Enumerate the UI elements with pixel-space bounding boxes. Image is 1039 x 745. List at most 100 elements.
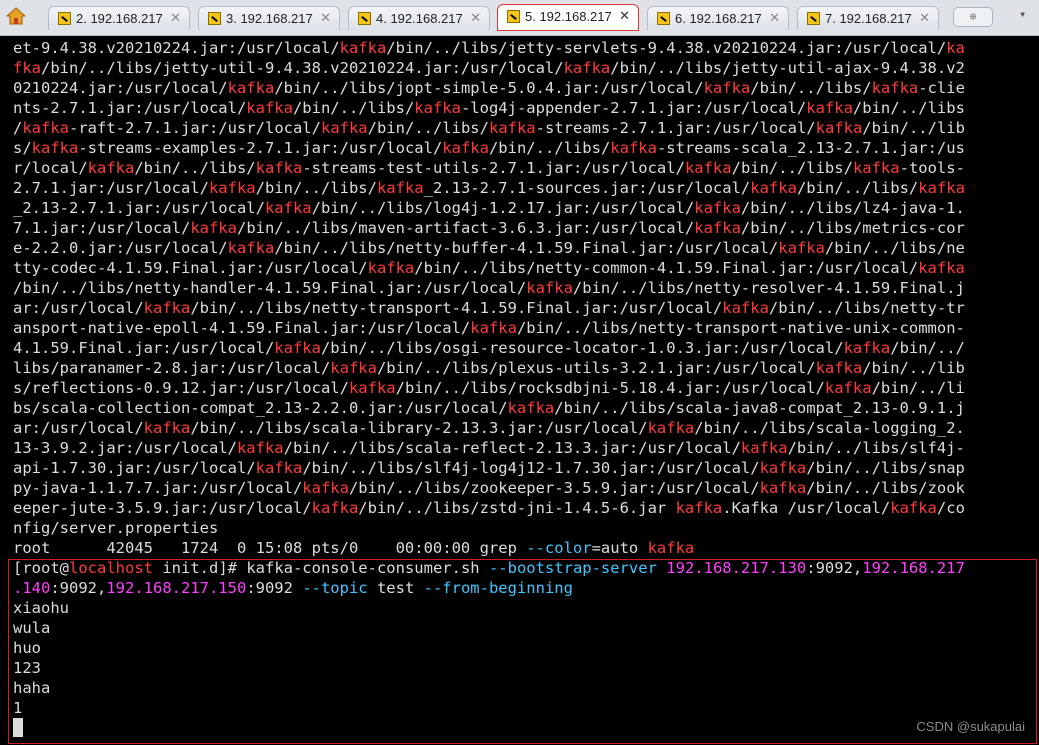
- terminal-text: /bin/../libs/: [488, 139, 611, 157]
- terminal-text: ansport-native-epoll-4.1.59.Final.jar:/u…: [13, 319, 471, 337]
- terminal-text: kafka: [890, 499, 937, 517]
- terminal-line: 4.1.59.Final.jar:/usr/local/kafka/bin/..…: [13, 338, 1035, 358]
- terminal-text: -streams-2.7.1.jar:/usr/local/: [535, 119, 816, 137]
- terminal-text: /bin/../libs/netty-tr: [768, 299, 965, 317]
- terminal-text: _2.13-2.7.1.jar:/usr/local/: [13, 199, 265, 217]
- terminal-text: /bin/../libs/netty-common-4.1.59.Final.j…: [414, 259, 919, 277]
- terminal-text: kafka: [852, 159, 900, 177]
- ssh-session-icon: [507, 10, 520, 23]
- terminal-text: =auto: [591, 539, 648, 557]
- watermark: CSDN @sukapulai: [916, 719, 1025, 734]
- terminal-text: kafka: [255, 159, 303, 177]
- tab-label: 5. 192.168.217: [525, 9, 612, 24]
- terminal-text: /bin/../libs/plexus-utils-3.2.1.jar:/usr…: [376, 359, 816, 377]
- close-icon[interactable]: ✕: [320, 10, 331, 26]
- terminal-line: 0210224.jar:/usr/local/kafka/bin/../libs…: [13, 78, 1035, 98]
- terminal-text: kafka: [208, 179, 256, 197]
- terminal-line: tty-codec-4.1.59.Final.jar:/usr/local/ka…: [13, 258, 1035, 278]
- close-icon[interactable]: ✕: [619, 8, 630, 24]
- terminal-line: e-2.2.0.jar:/usr/local/kafka/bin/../libs…: [13, 238, 1035, 258]
- terminal-text: /bin/../libs/: [134, 159, 256, 177]
- new-tab-button[interactable]: ⊕: [953, 7, 993, 27]
- terminal-line: s/reflections-0.9.12.jar:/usr/local/kafk…: [13, 378, 1035, 398]
- terminal-line: ar:/usr/local/kafka/bin/../libs/netty-tr…: [13, 298, 1035, 318]
- tab-session-2[interactable]: 2. 192.168.217 ✕: [48, 6, 190, 30]
- ssh-session-icon: [208, 12, 221, 25]
- close-icon[interactable]: ✕: [919, 10, 930, 26]
- terminal-text: kafka: [778, 239, 825, 257]
- terminal-text: /bin/../libs/lz4-java-1.: [740, 199, 965, 217]
- terminal-text: 7.1.jar:/usr/local/: [13, 219, 191, 237]
- terminal-text: kafka: [488, 119, 536, 137]
- terminal-text: /bin/../libs/jetty-servlets-9.4.38.v2021…: [386, 39, 947, 57]
- terminal-line: bs/scala-collection-compat_2.13-2.2.0.ja…: [13, 398, 1035, 418]
- terminal-text: /bin/../libs: [852, 99, 965, 117]
- tab-session-6[interactable]: 6. 192.168.217 ✕: [647, 6, 789, 30]
- terminal-text: /bin/../libs/: [292, 99, 415, 117]
- terminal-text: ar:/usr/local/: [13, 299, 144, 317]
- terminal-text: kafka: [190, 219, 237, 237]
- terminal-text: /bin/../libs/: [750, 79, 872, 97]
- tab-session-3[interactable]: 3. 192.168.217 ✕: [198, 6, 340, 30]
- new-tab-icon: ⊕: [969, 10, 977, 23]
- terminal-text: kafka: [563, 59, 611, 77]
- terminal-text: -streams-scala_2.13-2.7.1.jar:/us: [656, 139, 965, 157]
- tab-session-7[interactable]: 7. 192.168.217 ✕: [797, 6, 939, 30]
- terminal-line: ansport-native-epoll-4.1.59.Final.jar:/u…: [13, 318, 1035, 338]
- terminal-text: kafka: [647, 419, 695, 437]
- terminal-text: kafka: [470, 319, 517, 337]
- terminal-text: /bin/../libs/scala-logging_2.: [694, 419, 965, 437]
- terminal-text: /bin/../libs/slf4j-: [787, 439, 965, 457]
- terminal-text: /co: [936, 499, 965, 517]
- terminal-text: /bin/../lib: [862, 359, 965, 377]
- terminal-text: /bin/../libs/metrics-cor: [740, 219, 965, 237]
- terminal-text: et-9.4.38.v20210224.jar:/usr/local/: [13, 39, 340, 57]
- terminal-text: -streams-test-utils-2.7.1.jar:/usr/local…: [302, 159, 685, 177]
- terminal-text: /bin/../libs/scala-java8-compat_2.13-0.9…: [554, 399, 965, 417]
- terminal-text: kafka: [824, 379, 872, 397]
- close-icon[interactable]: ✕: [470, 10, 481, 26]
- tab-label: 2. 192.168.217: [76, 11, 163, 26]
- terminal-text: root 42045 1724 0 15:08 pts/0 00:00:00 g…: [13, 539, 527, 557]
- terminal-text: /bin/../libs/snap: [806, 459, 965, 477]
- terminal-text: /bin/../libs/ne: [824, 239, 965, 257]
- terminal-text: /bin/../libs/: [731, 159, 853, 177]
- terminal-text: kafka: [759, 459, 807, 477]
- terminal-text: /bin/../libs/osgi-resource-locator-1.0.3…: [320, 339, 844, 357]
- tab-session-5[interactable]: 5. 192.168.217 ✕: [497, 4, 639, 31]
- terminal-text: kafka: [87, 159, 135, 177]
- terminal-text: kafka: [339, 39, 387, 57]
- terminal-text: /bin/../libs/scala-reflect-2.13.3.jar:/u…: [283, 439, 741, 457]
- terminal-text: kafka: [442, 139, 489, 157]
- close-icon[interactable]: ✕: [170, 10, 181, 26]
- terminal-line: nts-2.7.1.jar:/usr/local/kafka/bin/../li…: [13, 98, 1035, 118]
- terminal-text: nts-2.7.1.jar:/usr/local/: [13, 99, 247, 117]
- terminal-text: kafka: [22, 119, 70, 137]
- tab-label: 6. 192.168.217: [675, 11, 762, 26]
- terminal-text: /bin/../libs/jopt-simple-5.0.4.jar:/usr/…: [274, 79, 704, 97]
- terminal-text: kafka: [264, 199, 312, 217]
- terminal-text: eeper-jute-3.5.9.jar:/usr/local/: [13, 499, 312, 517]
- terminal-line: nfig/server.properties: [13, 518, 1035, 538]
- terminal-line: api-1.7.30.jar:/usr/local/kafka/bin/../l…: [13, 458, 1035, 478]
- terminal-line: eeper-jute-3.5.9.jar:/usr/local/kafka/bi…: [13, 498, 1035, 518]
- close-icon[interactable]: ✕: [769, 10, 780, 26]
- terminal-text: 2.7.1.jar:/usr/local/: [13, 179, 209, 197]
- terminal-text: bs/scala-collection-compat_2.13-2.2.0.ja…: [13, 399, 508, 417]
- terminal-text: kafka: [722, 299, 769, 317]
- terminal-text: s/: [13, 139, 32, 157]
- terminal-text: kafka: [246, 99, 293, 117]
- terminal-text: kafka: [918, 259, 965, 277]
- tab-menu-icon[interactable]: ▾: [1019, 7, 1026, 21]
- tab-session-4[interactable]: 4. 192.168.217 ✕: [348, 6, 490, 30]
- terminal-text: kafka: [843, 339, 891, 357]
- terminal-text: kafka: [330, 359, 377, 377]
- terminal-text: kafka: [414, 99, 461, 117]
- terminal-text: /bin/../libs/log4j-1.2.17.jar:/usr/local…: [311, 199, 695, 217]
- terminal-text: /bin/../libs/scala-library-2.13.3.jar:/u…: [190, 419, 648, 437]
- terminal-text: nfig/server.properties: [13, 519, 219, 537]
- terminal-text: kafka: [675, 499, 723, 517]
- terminal-line: fka/bin/../libs/jetty-util-9.4.38.v20210…: [13, 58, 1035, 78]
- terminal-text: /bin/../libs/jetty-util-9.4.38.v20210224…: [41, 59, 564, 77]
- home-icon[interactable]: [6, 6, 26, 26]
